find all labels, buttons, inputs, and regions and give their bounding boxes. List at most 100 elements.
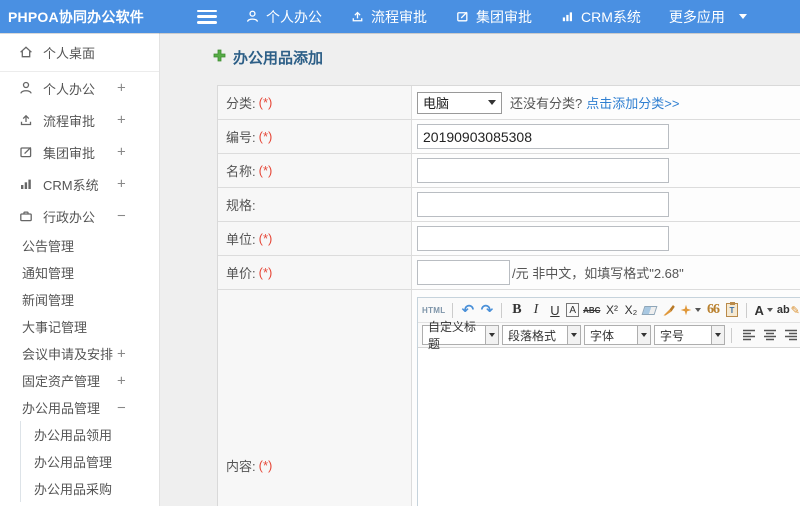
sidebar-item-label: 流程审批	[43, 113, 96, 129]
field-label: 单位:	[226, 232, 256, 247]
number-input[interactable]	[417, 124, 669, 149]
name-input[interactable]	[417, 158, 669, 183]
form-row-number: 编号: (*)	[218, 120, 800, 154]
sidebar-item-label: 新闻管理	[22, 293, 75, 308]
nav-item-more-apps[interactable]: 更多应用	[669, 7, 747, 27]
underline-button[interactable]: U	[547, 301, 562, 320]
page-title: 办公用品添加	[213, 47, 800, 68]
field-label: 单价:	[226, 266, 256, 281]
sidebar-item-news-mgmt[interactable]: 新闻管理	[0, 286, 159, 313]
expand-icon[interactable]: +	[117, 144, 126, 161]
sidebar-item-supplies-purchase[interactable]: 办公用品采购	[21, 475, 159, 502]
app-logo: PHPOA协同办公软件	[8, 8, 144, 25]
supplies-submenu: 办公用品领用 办公用品管理 办公用品采购	[20, 421, 159, 502]
italic-button[interactable]: I	[528, 301, 543, 320]
unit-label: 单位: (*)	[218, 222, 412, 255]
sidebar-item-supplies-manage[interactable]: 办公用品管理	[21, 448, 159, 475]
sidebar-item-label: 会议申请及安排	[22, 347, 114, 362]
process-icon	[350, 9, 365, 24]
form-row-content: 内容: (*) HTML ↶ ↷ B I U A ABC X² X₂ 66 T …	[218, 290, 800, 506]
rich-text-editor: HTML ↶ ↷ B I U A ABC X² X₂ 66 T A ab ✎ 自…	[417, 297, 800, 506]
add-category-link[interactable]: 点击添加分类>>	[586, 93, 679, 112]
bold-button[interactable]: B	[509, 301, 524, 320]
process-icon	[18, 112, 34, 128]
sidebar-item-announcement-mgmt[interactable]: 公告管理	[0, 232, 159, 259]
sidebar-item-meeting-mgmt[interactable]: 会议申请及安排 +	[0, 340, 159, 367]
expand-icon[interactable]: +	[117, 372, 126, 389]
spec-input[interactable]	[417, 192, 669, 217]
redo-button[interactable]: ↷	[479, 301, 494, 320]
format-brush-icon[interactable]	[661, 301, 676, 320]
number-label: 编号: (*)	[218, 120, 412, 153]
sidebar-item-events-mgmt[interactable]: 大事记管理	[0, 313, 159, 340]
expand-icon[interactable]: −	[117, 399, 126, 416]
html-source-button[interactable]: HTML	[422, 301, 445, 320]
auto-typeset-button[interactable]	[680, 301, 702, 320]
nav-item-process-approval[interactable]: 流程审批	[350, 7, 427, 27]
chart-icon	[18, 176, 34, 192]
price-format-hint: /元 非中文，如填写格式"2.68"	[512, 266, 684, 281]
pen-icon: ✎	[790, 303, 800, 317]
caret-down-icon[interactable]	[712, 325, 725, 345]
caret-down-icon[interactable]	[638, 325, 651, 345]
category-select-value: 电脑	[423, 96, 450, 111]
expand-icon[interactable]: +	[117, 112, 126, 129]
chart-icon	[560, 9, 575, 24]
paragraph-format-select[interactable]: 段落格式	[502, 325, 581, 345]
highlight-color-button[interactable]: ab ✎	[777, 301, 800, 320]
caret-down-icon[interactable]	[486, 325, 499, 345]
sidebar-item-crm[interactable]: CRM系统 +	[0, 168, 159, 200]
undo-button[interactable]: ↶	[460, 301, 475, 320]
sidebar-item-label: 通知管理	[22, 266, 75, 281]
price-label: 单价: (*)	[218, 256, 412, 289]
align-left-icon[interactable]	[742, 328, 756, 342]
nav-item-crm[interactable]: CRM系统	[560, 7, 641, 27]
editor-content-area[interactable]	[418, 348, 800, 506]
sidebar-item-personal-office[interactable]: 个人办公 +	[0, 72, 159, 104]
supplies-add-form: 分类: (*) 电脑 还没有分类? 点击添加分类>> 编号: (*) 20190…	[217, 85, 800, 506]
expand-icon[interactable]: −	[117, 208, 126, 225]
align-right-icon[interactable]	[784, 328, 798, 342]
sidebar-item-admin-office[interactable]: 行政办公 −	[0, 200, 159, 232]
editor-toolbar: HTML ↶ ↷ B I U A ABC X² X₂ 66 T A ab ✎ 自…	[418, 298, 800, 351]
sidebar-item-label: 大事记管理	[22, 320, 88, 335]
category-select[interactable]: 电脑	[417, 91, 502, 114]
sidebar-item-supplies-claim[interactable]: 办公用品领用	[21, 421, 159, 448]
sidebar-item-process-approval[interactable]: 流程审批 +	[0, 104, 159, 136]
menu-toggle-icon[interactable]	[197, 9, 217, 24]
align-center-icon[interactable]	[763, 328, 777, 342]
user-icon	[245, 9, 260, 24]
spec-label: 规格:	[218, 188, 412, 221]
expand-icon[interactable]: +	[117, 176, 126, 193]
sidebar-item-notice-mgmt[interactable]: 通知管理	[0, 259, 159, 286]
price-input[interactable]	[417, 260, 510, 285]
caret-down-icon[interactable]	[568, 325, 581, 345]
expand-icon[interactable]: +	[117, 80, 126, 97]
sidebar-item-group-approval[interactable]: 集团审批 +	[0, 136, 159, 168]
sidebar-item-office-supplies-mgmt[interactable]: 办公用品管理 −	[0, 394, 159, 421]
font-size-select[interactable]: 字号	[654, 325, 725, 345]
sidebar-item-fixed-assets-mgmt[interactable]: 固定资产管理 +	[0, 367, 159, 394]
strikethrough-button[interactable]: ABC	[583, 301, 600, 320]
user-icon	[18, 80, 34, 96]
paste-text-button[interactable]: T	[724, 301, 739, 320]
name-label: 名称: (*)	[218, 154, 412, 187]
toolbar-separator	[452, 302, 454, 318]
border-text-button[interactable]: A	[566, 303, 580, 317]
nav-item-group-approval[interactable]: 集团审批	[455, 7, 532, 27]
category-hint: 还没有分类?	[510, 96, 583, 111]
blockquote-button[interactable]: 66	[705, 301, 720, 320]
sidebar-item-personal-desktop[interactable]: 个人桌面	[0, 33, 159, 72]
toolbar-separator	[731, 327, 732, 343]
superscript-button[interactable]: X²	[604, 301, 619, 320]
caret-down-icon	[488, 100, 496, 105]
font-color-button[interactable]: A	[754, 301, 773, 320]
custom-title-select[interactable]: 自定义标题	[422, 320, 499, 351]
subscript-button[interactable]: X₂	[623, 301, 638, 320]
font-family-select[interactable]: 字体	[584, 325, 651, 345]
eraser-icon[interactable]	[641, 301, 658, 320]
expand-icon[interactable]: +	[117, 345, 126, 362]
nav-item-personal-office[interactable]: 个人办公	[245, 7, 322, 27]
field-label: 名称:	[226, 164, 256, 179]
unit-input[interactable]	[417, 226, 669, 251]
